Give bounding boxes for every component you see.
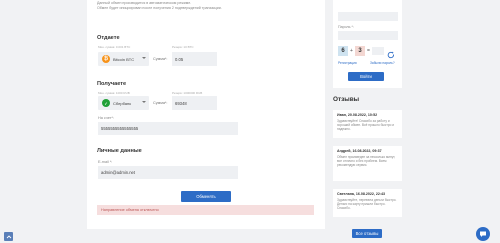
refresh-icon[interactable] — [387, 46, 395, 59]
review-text: Обмен произведен за несколько минут, все… — [337, 155, 396, 168]
personal-section-title: Личные данные — [97, 148, 142, 154]
give-currency-select[interactable]: ₿ Bitcoin BTC — [98, 52, 149, 66]
reviews-title: Отзывы — [333, 96, 360, 103]
give-reserve-info: Резерв: 10 BTC — [172, 45, 194, 49]
review-author: Иван, 20.08.2022, 10:52 — [337, 113, 378, 117]
get-amount-input[interactable]: 69348 — [172, 96, 217, 110]
get-currency-select[interactable]: ✓ Сбербанк — [98, 96, 149, 110]
sberbank-icon: ✓ — [102, 99, 110, 107]
give-section-title: Отдаете — [97, 35, 120, 41]
review-card: Андрей, 16.08.2022, 09:37 Обмен произвед… — [333, 146, 402, 181]
captcha-digit-b: 3 — [355, 46, 365, 56]
arrow-up-icon — [6, 234, 11, 238]
bitcoin-icon: ₿ — [102, 55, 110, 63]
get-min-info: Мин. сумма: 1000 RUB — [98, 91, 130, 95]
register-link[interactable]: Регистрация — [338, 61, 357, 65]
captcha-digit-a: 6 — [338, 46, 348, 56]
review-card: Светлана, 16.08.2022, 22:43 Здравствуйте… — [333, 189, 402, 217]
get-currency-label: Сбербанк — [113, 100, 131, 106]
all-reviews-button[interactable]: Все отзывы — [352, 229, 382, 238]
card-number-input[interactable]: 5555555555555555 — [98, 122, 238, 135]
password-input[interactable] — [338, 31, 398, 40]
chevron-down-icon — [142, 101, 146, 103]
captcha-plus: + — [350, 48, 353, 54]
login-input[interactable] — [338, 12, 398, 21]
review-author: Андрей, 16.08.2022, 09:37 — [337, 149, 382, 153]
login-button[interactable]: Войти — [348, 72, 384, 81]
scroll-top-button[interactable] — [4, 232, 13, 241]
review-text: Здравствуйте! Спасибо за работу и хороши… — [337, 119, 395, 132]
give-currency-label: Bitcoin BTC — [113, 56, 135, 62]
get-amount-label: Сумма*: — [153, 101, 168, 105]
get-reserve-info: Резерв: 1000000 RUB — [172, 91, 203, 95]
chat-bubble-icon — [480, 231, 486, 237]
give-amount-input[interactable]: 0.05 — [172, 52, 217, 66]
review-text: Здравствуйте, перевела деньги быстро. Де… — [337, 198, 397, 211]
review-author: Светлана, 16.08.2022, 22:43 — [337, 192, 386, 196]
give-amount-label: Сумма*: — [153, 57, 168, 61]
captcha-answer-input[interactable] — [372, 47, 384, 55]
email-field-label: E-mail *: — [98, 160, 113, 164]
notice-line-2: Обмен будет инициирован после получения … — [97, 6, 222, 10]
chat-button[interactable] — [476, 227, 490, 241]
exchange-notice: Данный обмен производится в автоматическ… — [97, 1, 297, 11]
give-min-info: Мин. сумма: 0.001 BTC — [98, 45, 131, 49]
password-label: Пароль *: — [338, 25, 354, 29]
forgot-password-link[interactable]: Забыли пароль? — [370, 61, 395, 65]
chevron-down-icon — [142, 57, 146, 59]
error-message: Направление обмена отключено — [97, 205, 314, 215]
captcha-equals: = — [367, 48, 370, 54]
card-field-label: На счет*: — [98, 116, 114, 120]
review-card: Иван, 20.08.2022, 10:52 Здравствуйте! Сп… — [333, 110, 402, 138]
exchange-button[interactable]: Обменять — [181, 191, 231, 202]
email-input[interactable]: admin@admin.net — [98, 166, 238, 179]
get-section-title: Получаете — [97, 81, 127, 87]
